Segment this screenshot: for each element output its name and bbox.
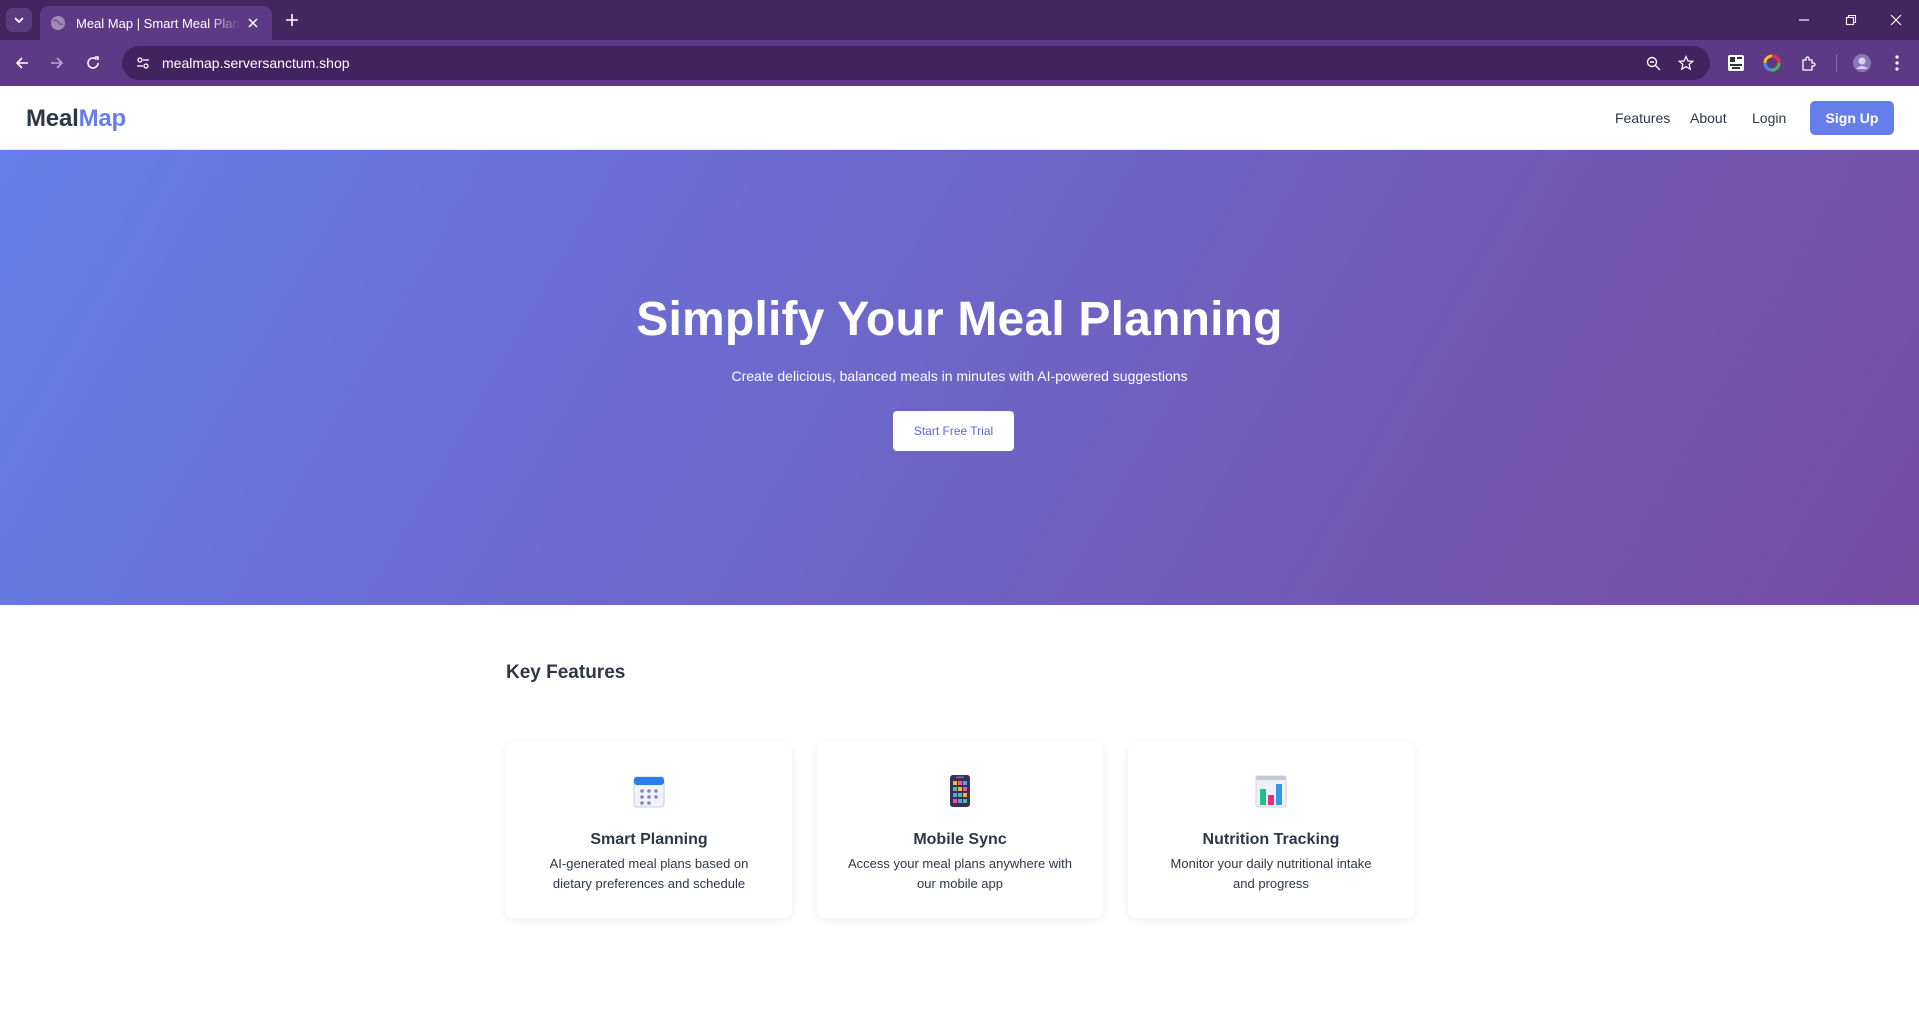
browser-menu-icon[interactable] (1886, 52, 1908, 74)
close-window-button[interactable] (1886, 10, 1906, 30)
browser-tab-active[interactable]: Meal Map | Smart Meal Planning (40, 6, 272, 40)
url-text: mealmap.serversanctum.shop (162, 55, 350, 71)
close-tab-icon[interactable] (244, 14, 262, 32)
site-logo[interactable]: MealMap (26, 105, 126, 133)
logo-part-map: Map (78, 105, 127, 132)
feature-card-nutrition-tracking: Nutrition Tracking Monitor your daily nu… (1128, 742, 1414, 918)
hero-subtitle: Create delicious, balanced meals in minu… (731, 368, 1188, 384)
forward-button[interactable] (46, 52, 68, 74)
zoom-icon[interactable] (1642, 52, 1664, 74)
minimize-window-button[interactable] (1794, 10, 1814, 30)
browser-toolbar: mealmap.serversanctum.shop (0, 40, 1919, 86)
feature-title: Mobile Sync (913, 831, 1007, 848)
feature-description: Access your meal plans anywhere with our… (848, 856, 1072, 891)
nav-link-login[interactable]: Login (1752, 110, 1786, 126)
new-tab-button[interactable] (282, 10, 302, 30)
profile-avatar-icon[interactable] (1851, 52, 1873, 74)
extensions-puzzle-icon[interactable] (1797, 52, 1819, 74)
site-navbar: MealMap Features About Login Sign Up (0, 86, 1919, 150)
nav-link-about[interactable]: About (1690, 110, 1727, 126)
feature-title: Nutrition Tracking (1202, 831, 1340, 848)
site-settings-icon[interactable] (132, 52, 154, 74)
extension-qr-icon[interactable] (1725, 52, 1747, 74)
start-free-trial-button[interactable]: Start Free Trial (893, 411, 1014, 451)
minimize-icon (1799, 19, 1809, 21)
restore-icon (1845, 14, 1857, 26)
feature-card-smart-planning: Smart Planning AI-generated meal plans b… (506, 742, 792, 918)
reload-button[interactable] (82, 52, 104, 74)
features-heading: Key Features (506, 662, 626, 683)
feature-card-mobile-sync: Mobile Sync Access your meal plans anywh… (817, 742, 1103, 918)
browser-tab-strip: Meal Map | Smart Meal Planning (0, 0, 1919, 40)
tab-title: Meal Map | Smart Meal Planning (76, 15, 241, 31)
chevron-down-icon (14, 17, 24, 24)
hero-section: Simplify Your Meal Planning Create delic… (0, 150, 1919, 605)
nav-link-features[interactable]: Features (1615, 110, 1670, 126)
calendar-icon (633, 776, 665, 808)
arrow-left-icon (15, 57, 28, 69)
close-icon (1890, 14, 1902, 26)
reload-icon (87, 56, 99, 69)
tab-search-button[interactable] (6, 8, 32, 32)
back-button[interactable] (11, 52, 33, 74)
plus-icon (286, 14, 298, 26)
feature-description: AI-generated meal plans based on dietary… (549, 856, 749, 891)
address-bar[interactable]: mealmap.serversanctum.shop (122, 46, 1710, 80)
globe-icon (50, 15, 66, 31)
bar-chart-icon (1255, 775, 1287, 808)
mobile-phone-icon (950, 775, 970, 807)
extension-color-icon[interactable] (1761, 52, 1783, 74)
bookmark-star-icon[interactable] (1675, 52, 1697, 74)
logo-part-meal: Meal (26, 105, 79, 132)
restore-window-button[interactable] (1841, 10, 1861, 30)
feature-description: Monitor your daily nutritional intake an… (1170, 856, 1372, 891)
arrow-right-icon (51, 57, 64, 69)
hero-title: Simplify Your Meal Planning (636, 293, 1283, 346)
toolbar-separator (1836, 54, 1837, 72)
sign-up-button[interactable]: Sign Up (1810, 101, 1894, 135)
feature-title: Smart Planning (590, 831, 708, 848)
